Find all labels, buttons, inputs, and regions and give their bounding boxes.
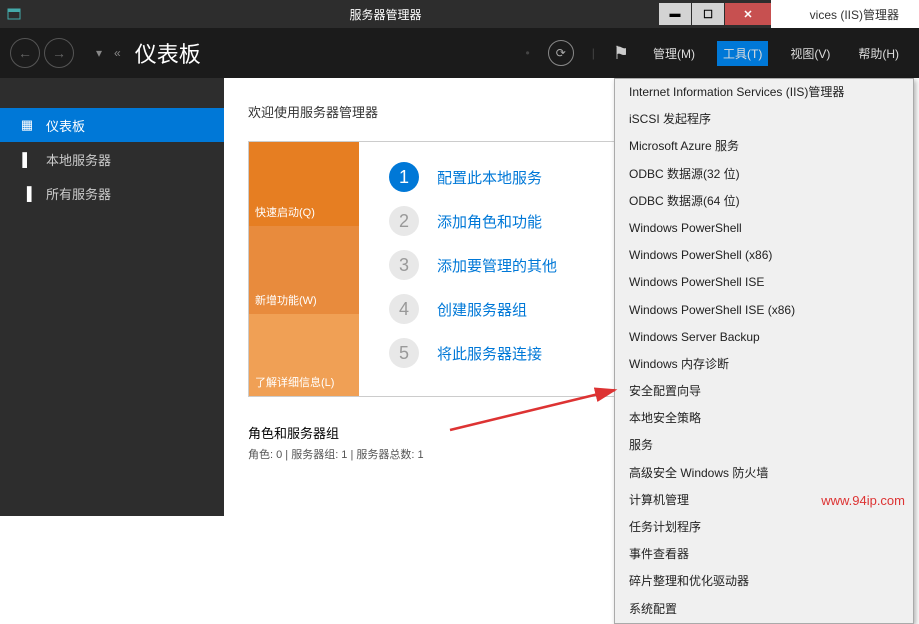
tools-menu-item[interactable]: ODBC 数据源(32 位) (615, 161, 913, 188)
step-text: 添加角色和功能 (437, 211, 542, 232)
tools-menu-item[interactable]: 事件查看器 (615, 541, 913, 568)
tile-quick-start[interactable]: 快速启动(Q) (249, 142, 359, 226)
sidebar-item-all-servers[interactable]: ▐ 所有服务器 (0, 176, 224, 210)
tools-menu-item[interactable]: Windows PowerShell ISE (615, 269, 913, 296)
step-5[interactable]: 5 将此服务器连接 (389, 338, 617, 368)
step-text: 配置此本地服务 (437, 167, 542, 188)
menu-tools[interactable]: 工具(T) (717, 41, 768, 66)
menu-help[interactable]: 帮助(H) (852, 41, 905, 66)
breadcrumb-marker: « (114, 46, 121, 60)
topbar-right: • ⟳ | ⚑ 管理(M) 工具(T) 视图(V) 帮助(H) (526, 40, 905, 66)
tools-menu-item[interactable]: Internet Information Services (IIS)管理器 (615, 79, 913, 106)
titlebar: 服务器管理器 ▬ ☐ ✕ (0, 0, 771, 28)
menu-manage[interactable]: 管理(M) (647, 41, 701, 66)
server-icon: ▌ (20, 152, 34, 167)
tools-menu-item[interactable]: Windows Server Backup (615, 324, 913, 351)
close-button[interactable]: ✕ (725, 3, 771, 25)
tools-menu-item[interactable]: Windows PowerShell (x86) (615, 242, 913, 269)
tools-menu-item[interactable]: 本地安全策略 (615, 405, 913, 432)
menu-view[interactable]: 视图(V) (784, 41, 836, 66)
app-icon (6, 6, 22, 22)
sidebar-item-local-server[interactable]: ▌ 本地服务器 (0, 142, 224, 176)
tile-whats-new[interactable]: 新增功能(W) (249, 226, 359, 314)
sidebar: ▦ 仪表板 ▌ 本地服务器 ▐ 所有服务器 (0, 78, 224, 516)
step-text: 创建服务器组 (437, 299, 527, 320)
background-window-title: vices (IIS)管理器 (810, 6, 899, 23)
watermark: www.94ip.com (821, 493, 905, 508)
window-controls: ▬ ☐ ✕ (659, 3, 771, 25)
tile-learn-more[interactable]: 了解详细信息(L) (249, 314, 359, 396)
step-1[interactable]: 1 配置此本地服务 (389, 162, 617, 192)
tools-menu-item[interactable]: 高级安全 Windows 防火墙 (615, 460, 913, 487)
tools-menu-item[interactable]: ODBC 数据源(64 位) (615, 188, 913, 215)
menu-bar: 管理(M) 工具(T) 视图(V) 帮助(H) (647, 41, 905, 66)
tools-menu-item[interactable]: 系统配置 (615, 596, 913, 623)
tools-menu-item[interactable]: 安全配置向导 (615, 378, 913, 405)
tools-menu-item[interactable]: 任务计划程序 (615, 514, 913, 541)
forward-button[interactable]: → (44, 38, 74, 68)
tools-menu-item[interactable]: iSCSI 发起程序 (615, 106, 913, 133)
step-number: 4 (389, 294, 419, 324)
topbar: ← → ▾ « 仪表板 • ⟳ | ⚑ 管理(M) 工具(T) 视图(V) 帮助… (0, 28, 919, 78)
servers-icon: ▐ (20, 186, 34, 201)
tools-menu-item[interactable]: Windows PowerShell ISE (x86) (615, 297, 913, 324)
step-text: 添加要管理的其他 (437, 255, 557, 276)
page-title: 仪表板 (135, 37, 201, 69)
minimize-button[interactable]: ▬ (659, 3, 691, 25)
maximize-button[interactable]: ☐ (692, 3, 724, 25)
sidebar-item-dashboard[interactable]: ▦ 仪表板 (0, 108, 224, 142)
separator: | (592, 46, 595, 60)
tools-menu-item[interactable]: 碎片整理和优化驱动器 (615, 568, 913, 595)
tools-dropdown-menu: Internet Information Services (IIS)管理器iS… (614, 78, 914, 624)
tools-menu-item[interactable]: Windows 内存诊断 (615, 351, 913, 378)
nav-arrows: ← → (0, 38, 84, 68)
sidebar-item-label: 所有服务器 (46, 184, 111, 203)
step-3[interactable]: 3 添加要管理的其他 (389, 250, 617, 280)
left-tiles: 快速启动(Q) 新增功能(W) 了解详细信息(L) (249, 142, 359, 396)
tools-menu-item[interactable]: 服务 (615, 432, 913, 459)
refresh-icon[interactable]: ⟳ (548, 40, 574, 66)
tools-menu-item[interactable]: Microsoft Azure 服务 (615, 133, 913, 160)
step-number: 1 (389, 162, 419, 192)
step-4[interactable]: 4 创建服务器组 (389, 294, 617, 324)
step-number: 5 (389, 338, 419, 368)
step-number: 2 (389, 206, 419, 236)
window-title: 服务器管理器 (349, 6, 421, 23)
tools-menu-item[interactable]: Windows PowerShell (615, 215, 913, 242)
tiles-container: 快速启动(Q) 新增功能(W) 了解详细信息(L) 1 配置此本地服务 2 添加… (248, 141, 618, 397)
step-2[interactable]: 2 添加角色和功能 (389, 206, 617, 236)
flag-icon[interactable]: ⚑ (613, 43, 629, 64)
sidebar-item-label: 仪表板 (46, 116, 85, 135)
chevron-down-icon[interactable]: ▾ (96, 46, 102, 60)
steps-list: 1 配置此本地服务 2 添加角色和功能 3 添加要管理的其他 4 创建服务器组 … (359, 142, 617, 396)
step-number: 3 (389, 250, 419, 280)
dashboard-icon: ▦ (20, 117, 34, 133)
step-text: 将此服务器连接 (437, 343, 542, 364)
sidebar-item-label: 本地服务器 (46, 150, 111, 169)
back-button[interactable]: ← (10, 38, 40, 68)
separator-dot: • (526, 46, 530, 60)
